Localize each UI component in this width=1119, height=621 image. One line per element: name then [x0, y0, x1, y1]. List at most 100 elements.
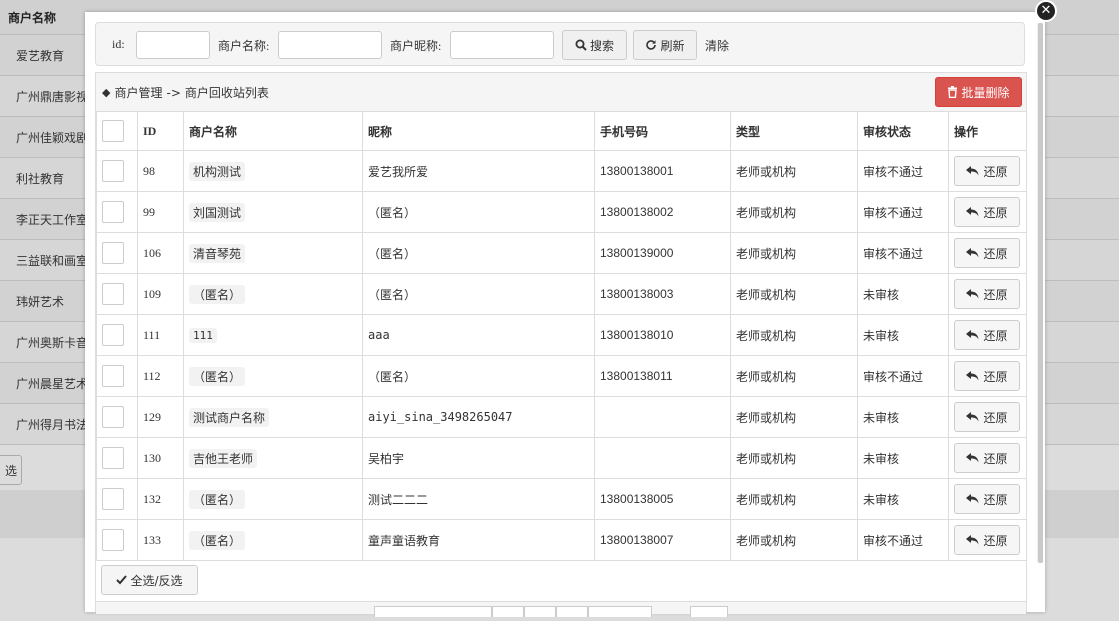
- pagination-item[interactable]: [690, 606, 728, 617]
- row-action-cell: 还原: [948, 232, 1027, 274]
- row-type: 老师或机构: [730, 396, 858, 438]
- header-type: 类型: [730, 111, 858, 151]
- row-nickname: （匿名）: [362, 355, 595, 397]
- row-merchant-name: （匿名）: [189, 489, 246, 509]
- row-type: 老师或机构: [730, 437, 858, 479]
- row-checkbox[interactable]: [102, 283, 124, 305]
- merchant-nickname-label: 商户昵称:: [390, 39, 442, 53]
- recycle-table: ID 商户名称 昵称 手机号码 类型 审核状态 操作 98 机构测试 爱艺我所爱 13…: [96, 111, 1027, 561]
- row-checkbox[interactable]: [102, 406, 124, 428]
- pagination-item[interactable]: [588, 606, 652, 617]
- row-id: 132: [137, 478, 184, 520]
- row-checkbox[interactable]: [102, 201, 124, 223]
- background-row-label: 广州得月书法: [16, 417, 89, 432]
- merchant-name-input[interactable]: [278, 31, 382, 59]
- row-merchant-name: 吉他王老师: [189, 448, 258, 468]
- header-actions: 操作: [948, 111, 1027, 151]
- row-merchant-name: （匿名）: [189, 530, 246, 550]
- refresh-button[interactable]: 刷新: [633, 30, 697, 60]
- background-row-label: 利社教育: [16, 171, 65, 186]
- modal-close-button[interactable]: ✕: [1035, 0, 1057, 22]
- row-phone: 13800138001: [594, 150, 731, 192]
- row-nickname: aaa: [362, 314, 595, 356]
- row-checkbox[interactable]: [102, 447, 124, 469]
- row-nickname: aiyi_sina_3498265047: [362, 396, 595, 438]
- table-row: 133 （匿名） 童声童语教育 13800138007 老师或机构 审核不通过 还原: [96, 519, 1027, 561]
- restore-button[interactable]: 还原: [954, 320, 1020, 350]
- row-checkbox-cell: [96, 519, 138, 561]
- background-row-label: 广州晨星艺术: [16, 376, 89, 391]
- row-phone: 13800138002: [594, 191, 731, 233]
- table-row: 111 111 aaa 13800138010 老师或机构 未审核 还原: [96, 314, 1027, 356]
- row-nickname: （匿名）: [362, 191, 595, 233]
- table-header-row: ID 商户名称 昵称 手机号码 类型 审核状态 操作: [96, 111, 1027, 151]
- modal-scrollbar-thumb[interactable]: [1038, 23, 1043, 563]
- pagination-item[interactable]: [374, 606, 492, 617]
- background-partial-button[interactable]: 选: [0, 455, 22, 485]
- breadcrumb-separator: ->: [166, 85, 181, 100]
- row-action-cell: 还原: [948, 150, 1027, 192]
- row-id: 109: [137, 273, 184, 315]
- row-merchant-name-cell: 测试商户名称: [183, 396, 363, 438]
- clear-link[interactable]: 清除: [705, 37, 729, 54]
- row-checkbox[interactable]: [102, 365, 124, 387]
- row-phone: [594, 396, 731, 438]
- restore-button[interactable]: 还原: [954, 197, 1020, 227]
- restore-button[interactable]: 还原: [954, 525, 1020, 555]
- background-row-label: 玮妍艺术: [16, 294, 65, 309]
- header-phone: 手机号码: [594, 111, 731, 151]
- header-checkbox-cell: [96, 111, 138, 151]
- table-row: 129 测试商户名称 aiyi_sina_3498265047 老师或机构 未审核 还原: [96, 396, 1027, 438]
- row-action-cell: 还原: [948, 191, 1027, 233]
- background-row-label: 三益联和画室: [16, 253, 89, 268]
- pagination-item[interactable]: [556, 606, 588, 617]
- select-all-button[interactable]: 全选/反选: [101, 565, 198, 595]
- undo-icon: [966, 248, 979, 258]
- table-row: 99 刘国测试 （匿名） 13800138002 老师或机构 审核不通过 还原: [96, 191, 1027, 233]
- refresh-icon: [646, 40, 657, 50]
- row-checkbox-cell: [96, 396, 138, 438]
- restore-button[interactable]: 还原: [954, 361, 1020, 391]
- restore-button[interactable]: 还原: [954, 238, 1020, 268]
- restore-button[interactable]: 还原: [954, 402, 1020, 432]
- row-checkbox[interactable]: [102, 529, 124, 551]
- row-status: 未审核: [857, 314, 949, 356]
- table-row: 112 （匿名） （匿名） 13800138011 老师或机构 审核不通过 还原: [96, 355, 1027, 397]
- row-checkbox[interactable]: [102, 242, 124, 264]
- pagination-item[interactable]: [524, 606, 556, 617]
- search-button[interactable]: 搜索: [562, 30, 627, 60]
- close-icon: ✕: [1040, 3, 1052, 18]
- undo-icon: [966, 535, 979, 545]
- row-merchant-name: 刘国测试: [189, 202, 246, 222]
- pagination-item[interactable]: [492, 606, 524, 617]
- row-status: 未审核: [857, 478, 949, 520]
- row-status: 审核不通过: [857, 150, 949, 192]
- row-status: 审核不通过: [857, 355, 949, 397]
- batch-delete-button[interactable]: 批量删除: [935, 77, 1022, 107]
- merchant-nickname-input[interactable]: [450, 31, 554, 59]
- search-button-label: 搜索: [589, 38, 614, 53]
- diamond-icon: ◆: [102, 86, 111, 99]
- undo-icon: [966, 371, 979, 381]
- undo-icon: [966, 412, 979, 422]
- restore-button-label: 还原: [983, 328, 1008, 343]
- row-merchant-name: 测试商户名称: [189, 407, 270, 427]
- row-checkbox[interactable]: [102, 160, 124, 182]
- row-action-cell: 还原: [948, 273, 1027, 315]
- restore-button[interactable]: 还原: [954, 156, 1020, 186]
- row-checkbox[interactable]: [102, 488, 124, 510]
- restore-button-label: 还原: [983, 533, 1008, 548]
- undo-icon: [966, 494, 979, 504]
- row-merchant-name-cell: 刘国测试: [183, 191, 363, 233]
- row-checkbox[interactable]: [102, 324, 124, 346]
- restore-button[interactable]: 还原: [954, 443, 1020, 473]
- row-merchant-name-cell: 111: [183, 314, 363, 356]
- restore-button[interactable]: 还原: [954, 279, 1020, 309]
- header-id: ID: [137, 111, 184, 151]
- select-all-checkbox[interactable]: [102, 120, 124, 142]
- id-input[interactable]: [136, 31, 210, 59]
- select-all-label: 全选/反选: [130, 573, 183, 588]
- background-row-label: 广州鼎唐影视: [16, 89, 89, 104]
- panel-header: ◆ 商户管理 -> 商户回收站列表 批量删除: [96, 73, 1026, 112]
- restore-button[interactable]: 还原: [954, 484, 1020, 514]
